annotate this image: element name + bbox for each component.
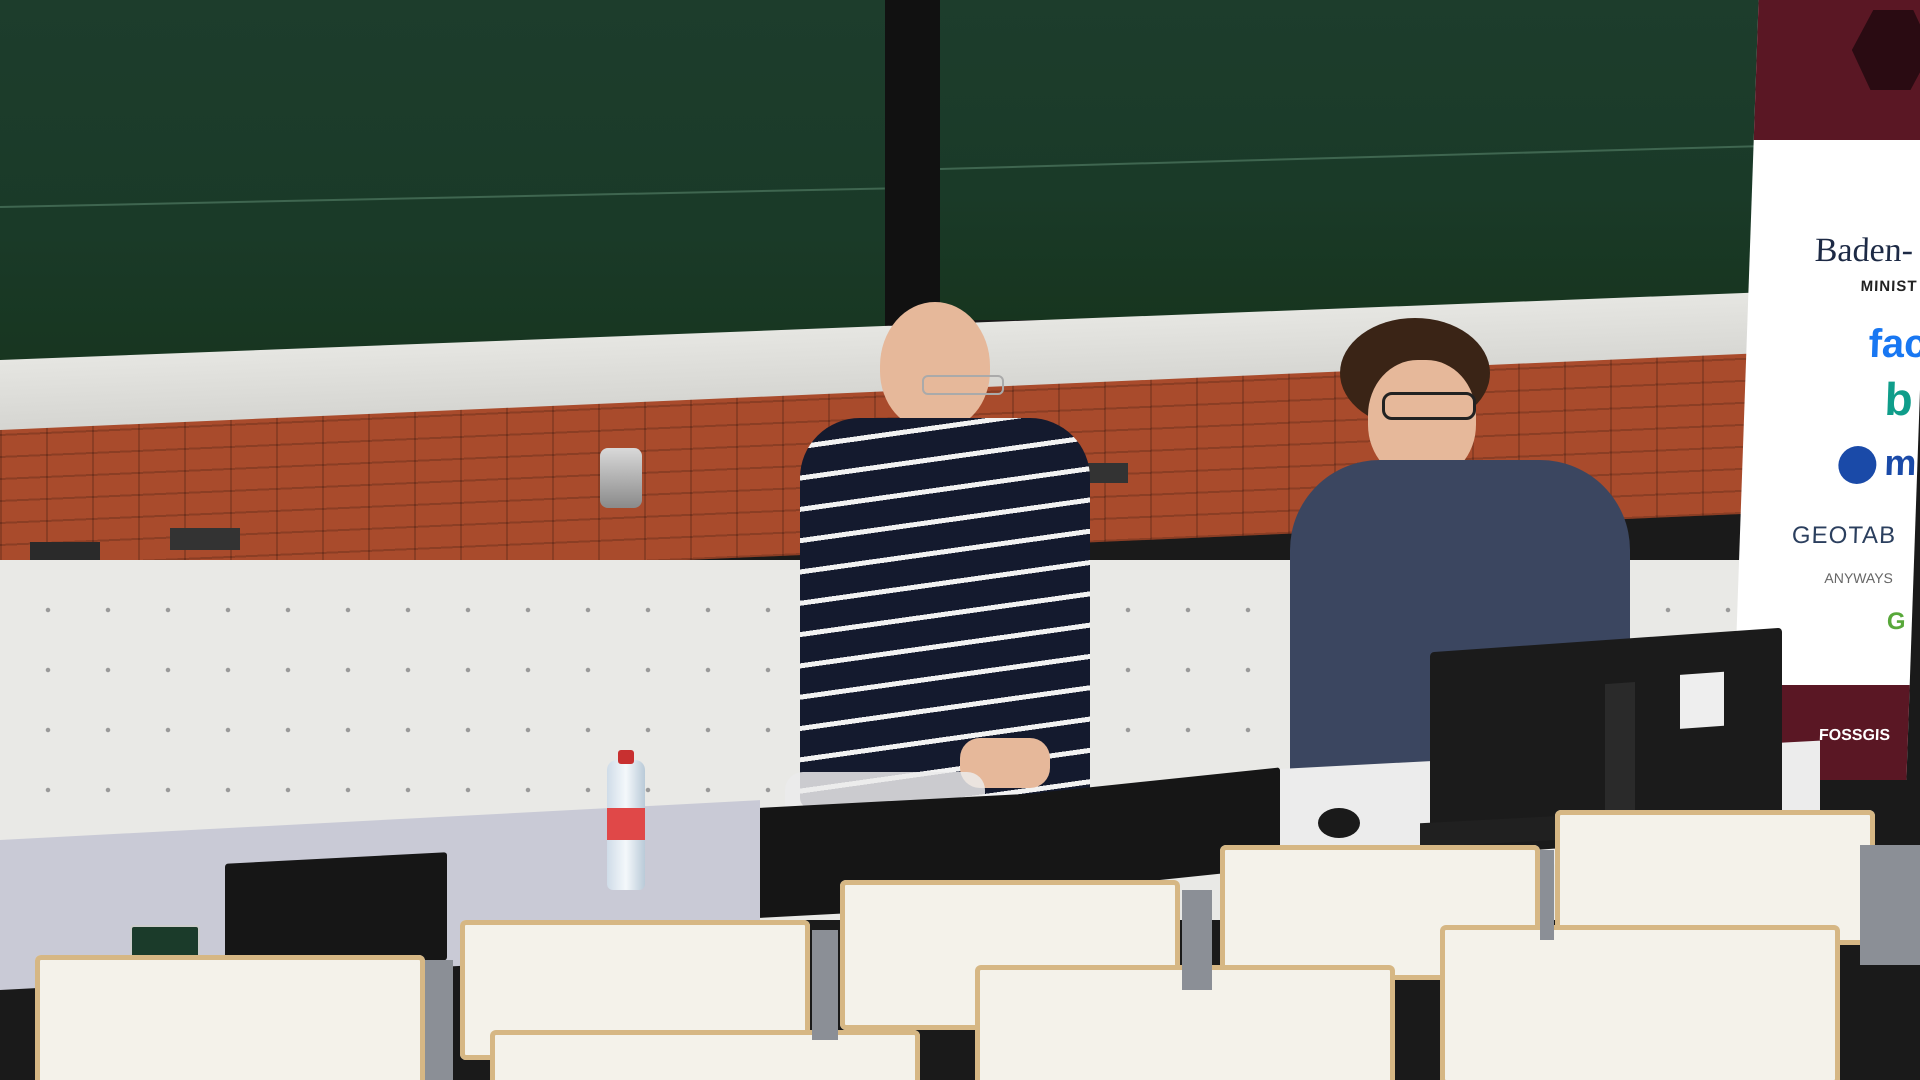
presenter-left bbox=[790, 300, 1100, 820]
monitor-energy-label bbox=[1680, 671, 1724, 729]
monitor-stand bbox=[1605, 681, 1635, 815]
chair-frame bbox=[812, 930, 838, 1040]
bottle-label bbox=[607, 808, 645, 840]
floor-outlet bbox=[30, 542, 100, 560]
water-bottle bbox=[607, 750, 645, 890]
lucky-cat-figurine bbox=[600, 448, 642, 508]
chalkboard-rule bbox=[0, 187, 885, 208]
chalkboard-right bbox=[940, 0, 1790, 320]
g-logo: G bbox=[1886, 608, 1907, 635]
glasses bbox=[1382, 392, 1476, 420]
anyways-logo: ANYWAYS bbox=[1824, 570, 1894, 586]
bottle-cap bbox=[618, 750, 634, 764]
m-logo: m bbox=[1883, 442, 1918, 483]
computer-mouse bbox=[1318, 808, 1360, 838]
chair-frame bbox=[1182, 890, 1212, 990]
facebook-logo: fac bbox=[1867, 322, 1920, 366]
floor-outlet bbox=[170, 528, 240, 550]
chair-frame bbox=[1860, 845, 1920, 965]
chair-back bbox=[490, 1030, 920, 1080]
mapillary-logo-icon bbox=[1837, 446, 1878, 484]
head bbox=[880, 302, 990, 430]
glasses bbox=[922, 375, 1004, 395]
geotab-logo: GEOTAB bbox=[1791, 522, 1897, 549]
banner-text-line1: Baden- bbox=[1814, 232, 1914, 269]
bing-logo: b bbox=[1883, 373, 1914, 425]
lecture-hall-photo: Baden- MINIST fac b m GEOTAB ANYWAYS G F… bbox=[0, 0, 1920, 1080]
chair-back bbox=[35, 955, 425, 1080]
banner-text-line2: MINIST bbox=[1860, 278, 1918, 295]
chair-frame bbox=[425, 960, 453, 1080]
chair-frame bbox=[1540, 850, 1554, 940]
chair-back bbox=[1440, 925, 1840, 1080]
laptop-left bbox=[225, 852, 447, 972]
chalkboard-divider bbox=[885, 0, 940, 330]
chalkboard-left bbox=[0, 0, 885, 385]
chalkboard-rule bbox=[940, 144, 1790, 170]
fossgis-logo: FOSSGIS bbox=[1818, 727, 1891, 744]
